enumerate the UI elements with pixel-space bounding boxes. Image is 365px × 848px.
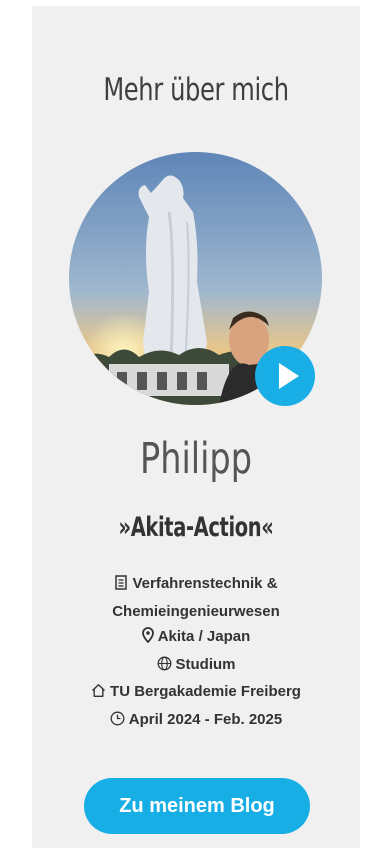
profile-subtitle: »Akita-Action« bbox=[118, 512, 274, 543]
info-institution-line: TU Bergakademie Freiberg bbox=[32, 679, 360, 707]
clock-icon bbox=[110, 709, 125, 735]
info-period-line: April 2024 - Feb. 2025 bbox=[32, 707, 360, 735]
info-field-text-1: Verfahrenstechnik & bbox=[132, 575, 278, 592]
info-type-line: Studium bbox=[32, 652, 360, 680]
blog-button[interactable]: Zu meinem Blog bbox=[84, 778, 310, 834]
info-location-line: Akita / Japan bbox=[32, 624, 360, 652]
play-video-button[interactable] bbox=[255, 346, 315, 406]
profile-name: Philipp bbox=[139, 434, 253, 484]
play-icon bbox=[279, 363, 299, 389]
info-location-text: Akita / Japan bbox=[157, 628, 251, 645]
globe-icon bbox=[157, 654, 172, 680]
section-heading: Mehr über mich bbox=[103, 72, 289, 108]
info-period-text: April 2024 - Feb. 2025 bbox=[128, 710, 283, 728]
about-me-card: Mehr über mich Philipp »Akita-Action« Ve… bbox=[32, 6, 360, 848]
home-icon bbox=[91, 681, 106, 707]
info-type-text: Studium bbox=[175, 655, 236, 673]
info-field-text-2: Chemieingenieurwesen bbox=[112, 602, 280, 620]
info-field-line: Verfahrenstechnik & bbox=[32, 571, 360, 599]
info-institution-text: TU Bergakademie Freiberg bbox=[110, 683, 301, 700]
document-icon bbox=[114, 573, 128, 599]
map-pin-icon bbox=[141, 626, 154, 652]
profile-info-list: Verfahrenstechnik & Chemieingenieurwesen… bbox=[32, 571, 360, 734]
